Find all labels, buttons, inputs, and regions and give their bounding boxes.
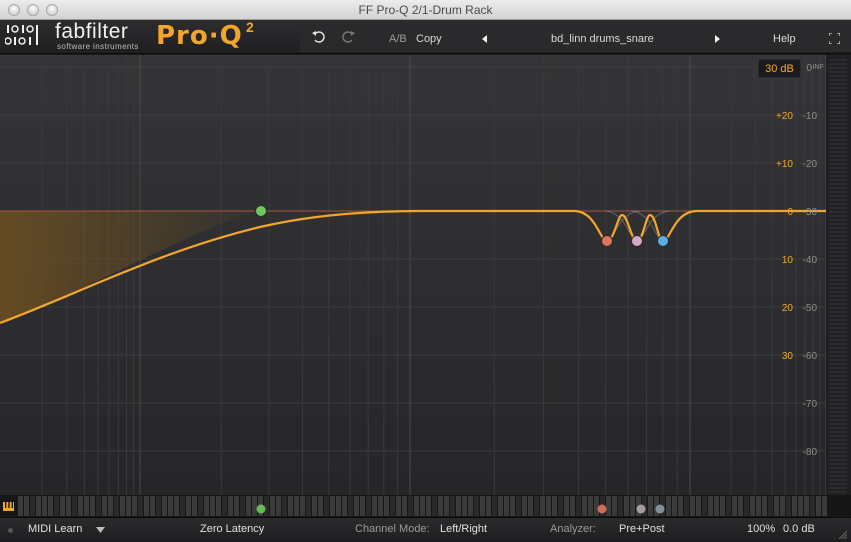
piano-icon[interactable] <box>3 502 14 511</box>
product-version: 2 <box>246 19 254 35</box>
eq-scale-minus30: 30 <box>782 351 794 362</box>
meter-scale-30: -30 <box>803 207 818 218</box>
band-notch2-node[interactable] <box>631 235 643 247</box>
fabfilter-logo-icon <box>5 25 38 45</box>
analyzer-value[interactable]: Pre+Post <box>619 523 665 535</box>
piano-keys <box>0 495 851 517</box>
midi-indicator-icon <box>8 528 13 533</box>
eq-scale-0: 0 <box>787 207 793 218</box>
eq-display[interactable]: 30 dB +20 +10 0 10 20 30 -INF 0 -10 -20 … <box>0 55 851 495</box>
preset-name[interactable]: bd_linn drums_snare <box>551 33 654 45</box>
chevron-down-icon[interactable] <box>96 527 105 533</box>
band-notch3-node[interactable] <box>657 235 669 247</box>
meter-scale-40: -40 <box>803 255 818 266</box>
window-titlebar: FF Pro-Q 2/1-Drum Rack <box>0 0 851 20</box>
graph-background <box>0 55 851 495</box>
band-lowcut-marker[interactable] <box>256 504 266 514</box>
band-notch3-marker[interactable] <box>655 504 665 514</box>
eq-scale-plus10: +10 <box>776 159 793 170</box>
redo-icon[interactable] <box>341 31 355 43</box>
eq-scale-minus20: 20 <box>782 303 794 314</box>
brand-subtitle: software instruments <box>57 42 139 51</box>
output-gain[interactable]: 0.0 dB <box>783 523 815 535</box>
copy-button[interactable]: Copy <box>416 33 442 45</box>
meter-ticks <box>829 59 847 493</box>
meter-scale-60: -60 <box>803 351 818 362</box>
meter-scale-10: -10 <box>803 111 818 122</box>
eq-scale-minus10: 10 <box>782 255 794 266</box>
next-preset-icon[interactable] <box>714 35 721 43</box>
ab-compare-button[interactable]: A/B <box>389 33 407 45</box>
channel-mode-label: Channel Mode: <box>355 523 430 535</box>
meter-scale-70: -70 <box>803 399 818 410</box>
meter-scale-50: -50 <box>803 303 818 314</box>
resize-grip-icon[interactable] <box>837 529 847 539</box>
band-notch2-marker[interactable] <box>636 504 646 514</box>
channel-mode-value[interactable]: Left/Right <box>440 523 487 535</box>
zoom-level[interactable]: 100% <box>747 523 775 535</box>
help-button[interactable]: Help <box>773 33 796 45</box>
midi-learn-button[interactable]: MIDI Learn <box>28 523 82 535</box>
meter-scale-80: -80 <box>803 447 818 458</box>
fullscreen-icon[interactable] <box>829 33 840 44</box>
meter-scale-20: -20 <box>803 159 818 170</box>
brand-name: fabfilter <box>55 20 129 43</box>
plugin-header: fabfilter software instruments Pro·Q 2 A… <box>0 19 851 54</box>
range-button-label: 30 dB <box>765 63 794 75</box>
toolbar: A/B Copy bd_linn drums_snare Help <box>300 23 851 52</box>
status-bar: MIDI Learn Zero Latency Channel Mode: Le… <box>0 517 851 542</box>
product-name: Pro·Q <box>156 21 243 51</box>
analyzer-label: Analyzer: <box>550 523 596 535</box>
latency-button[interactable]: Zero Latency <box>200 523 264 535</box>
meter-scale-inf: -INF <box>810 64 824 71</box>
piano-strip[interactable] <box>0 495 851 517</box>
band-lowcut-node[interactable] <box>255 205 267 217</box>
eq-graph[interactable]: 30 dB +20 +10 0 10 20 30 -INF 0 -10 -20 … <box>0 55 851 495</box>
window-title: FF Pro-Q 2/1-Drum Rack <box>358 3 493 17</box>
band-notch1-marker[interactable] <box>597 504 607 514</box>
prev-preset-icon[interactable] <box>481 35 488 43</box>
undo-icon[interactable] <box>312 31 326 43</box>
eq-scale-plus20: +20 <box>776 111 793 122</box>
meter-scale-0: 0 <box>806 63 812 74</box>
band-notch1-node[interactable] <box>601 235 613 247</box>
